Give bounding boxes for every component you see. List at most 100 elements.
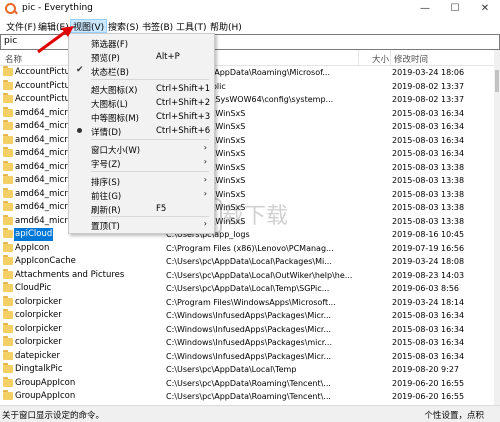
row-name: CloudPic [15,283,52,293]
row-date: 2019-03-24 18:08 [392,257,465,266]
folder-icon [3,390,13,400]
row-date: 2015-08-03 13:38 [392,189,465,199]
row-date: 2015-08-03 16:34 [392,338,465,347]
menu-edit[interactable]: 编辑(E) [36,20,71,33]
row-path: C:\Users\pc\AppData\Local\Temp [166,365,297,374]
column-divider[interactable] [390,50,391,65]
table-row[interactable]: GroupAppIcon C:\Users\pc\AppData\Roaming\… [0,376,494,390]
row-path: C:\Users\pc\AppData\Local\Temp\SGPic... [166,284,330,293]
view-menu-item[interactable]: 排序(S) › [69,174,214,188]
folder-icon [3,79,13,90]
menu-search[interactable]: 搜索(S) [106,20,141,33]
menu-help[interactable]: 帮助(H) [208,20,244,33]
view-menu-item[interactable]: ✔ 状态栏(B) [69,64,214,78]
watermark-text: 载下载 [222,204,289,229]
window-title: pic - Everything [22,3,93,13]
title-bar: pic - Everything — ☐ ✕ [0,0,500,18]
maximize-button[interactable]: ☐ [440,0,470,18]
menu-item-shortcut: Ctrl+Shift+3 [156,112,211,122]
row-date: 2015-08-03 13:38 [392,203,465,212]
table-row[interactable]: colorpicker C:\Windows\InfusedApps\Packag… [0,309,494,322]
menu-item-shortcut: Alt+P [156,52,180,62]
row-name: DingtalkPic [15,364,63,374]
table-row[interactable]: datepicker C:\Windows\InfusedApps\Package… [0,349,494,363]
view-menu-item[interactable]: 字号(Z) › [69,156,214,170]
view-menu-item[interactable]: 中等图标(M) Ctrl+Shift+3 [69,110,214,124]
table-row[interactable]: CloudPic C:\Users\pc\AppData\Local\Temp\S… [0,282,494,295]
close-button[interactable]: ✕ [470,0,500,18]
row-name: colorpicker [15,323,62,334]
row-name-cell: AppIcon [14,242,50,255]
menu-tools[interactable]: 工具(T) [174,20,209,33]
menu-file[interactable]: 文件(F) [4,20,38,33]
table-row[interactable]: colorpicker C:\Windows\InfusedApps\Packag… [0,322,494,336]
row-date: 2019-08-16 10:45 [392,230,465,239]
view-menu-item[interactable]: 前往(G) › [69,188,214,202]
row-date: 2019-03-24 18:06 [392,68,465,77]
row-date: 2015-08-03 16:34 [392,149,465,158]
column-name[interactable]: 名称 [5,53,22,65]
view-menu-item[interactable]: 超大图标(X) Ctrl+Shift+1 [69,82,214,96]
row-name-cell: colorpicker [14,296,63,309]
folder-icon [3,295,13,306]
table-row[interactable]: AppIconCache C:\Users\pc\AppData\Local\Pa… [0,255,494,268]
row-name-cell: colorpicker [14,309,63,322]
row-name: GroupAppIcon [15,377,76,388]
menu-item-shortcut: F5 [156,204,167,214]
view-menu-item[interactable]: 详情(D) Ctrl+Shift+6 [69,124,214,138]
row-name: GroupAppIcon [15,391,76,401]
folder-icon [3,349,13,360]
row-date: 2019-08-23 14:03 [392,270,465,280]
folder-icon [3,66,13,76]
menu-item-label: 字号(Z) [91,160,121,170]
folder-icon [3,174,13,184]
status-right-text: 个性设置，点积 [424,411,484,421]
view-menu-item[interactable]: 刷新(R) F5 [69,202,214,216]
view-menu-item[interactable]: 置顶(T) › [69,218,214,232]
column-divider[interactable] [358,50,359,65]
submenu-arrow-icon: › [203,175,207,184]
folder-icon [3,214,13,225]
row-date: 2015-08-03 13:38 [392,176,465,185]
folder-icon [3,336,13,346]
menu-item-label: 状态栏(B) [91,68,129,78]
folder-icon [3,160,13,171]
table-row[interactable]: Attachments and Pictures C:\Users\pc\AppD… [0,268,494,282]
menu-item-label: 中等图标(M) [91,114,139,124]
folder-icon [3,120,13,130]
menu-item-shortcut: Ctrl+Shift+2 [156,98,211,108]
menu-view[interactable]: 视图(V) [70,19,108,33]
row-date: 2015-08-03 16:34 [392,122,465,131]
table-row[interactable]: AppIcon C:\Program Files (x86)\Lenovo\PCM… [0,241,494,255]
table-row[interactable]: colorpicker C:\Program Files\WindowsApps\… [0,295,494,309]
minimize-button[interactable]: — [410,0,440,18]
menu-item-label: 前往(G) [91,192,122,202]
folder-icon [3,241,13,252]
row-name-cell: colorpicker [14,323,63,336]
view-menu-item[interactable]: 筛选器(F) [69,36,214,50]
table-row[interactable]: colorpicker C:\Windows\InfusedApps\Packag… [0,336,494,349]
scrollbar-thumb[interactable] [495,70,499,92]
table-row[interactable]: DingtalkPic C:\Users\pc\AppData\Local\Tem… [0,363,494,376]
table-row[interactable]: GroupAppIcon C:\Users\pc\AppData\Roaming\… [0,390,494,403]
column-modified[interactable]: 修改时间 [394,53,428,65]
view-menu-item[interactable]: 窗口大小(W) › [69,142,214,156]
menu-bookmarks[interactable]: 书签(B) [140,20,175,33]
row-path: C:\Windows\InfusedApps\Packages\micr... [166,338,332,347]
row-date: 2019-06-20 16:55 [392,392,465,401]
row-date: 2019-07-19 16:56 [392,243,465,253]
view-menu-item[interactable]: 预览(P) Alt+P [69,50,214,64]
folder-icon [3,201,13,211]
column-size[interactable]: 大小 [372,53,389,65]
vertical-scrollbar[interactable] [494,50,500,405]
view-menu-item[interactable]: 大图标(L) Ctrl+Shift+2 [69,96,214,110]
folder-icon [3,376,13,387]
menu-separator [91,139,209,140]
row-name: AppIcon [15,242,50,253]
row-date: 2015-08-03 16:34 [392,135,465,145]
row-name: colorpicker [15,296,62,307]
row-name-cell: CloudPic [14,282,52,295]
row-date: 2015-08-03 16:34 [392,324,465,334]
row-name: colorpicker [15,310,62,320]
row-name-cell: apiCloud [14,228,54,241]
